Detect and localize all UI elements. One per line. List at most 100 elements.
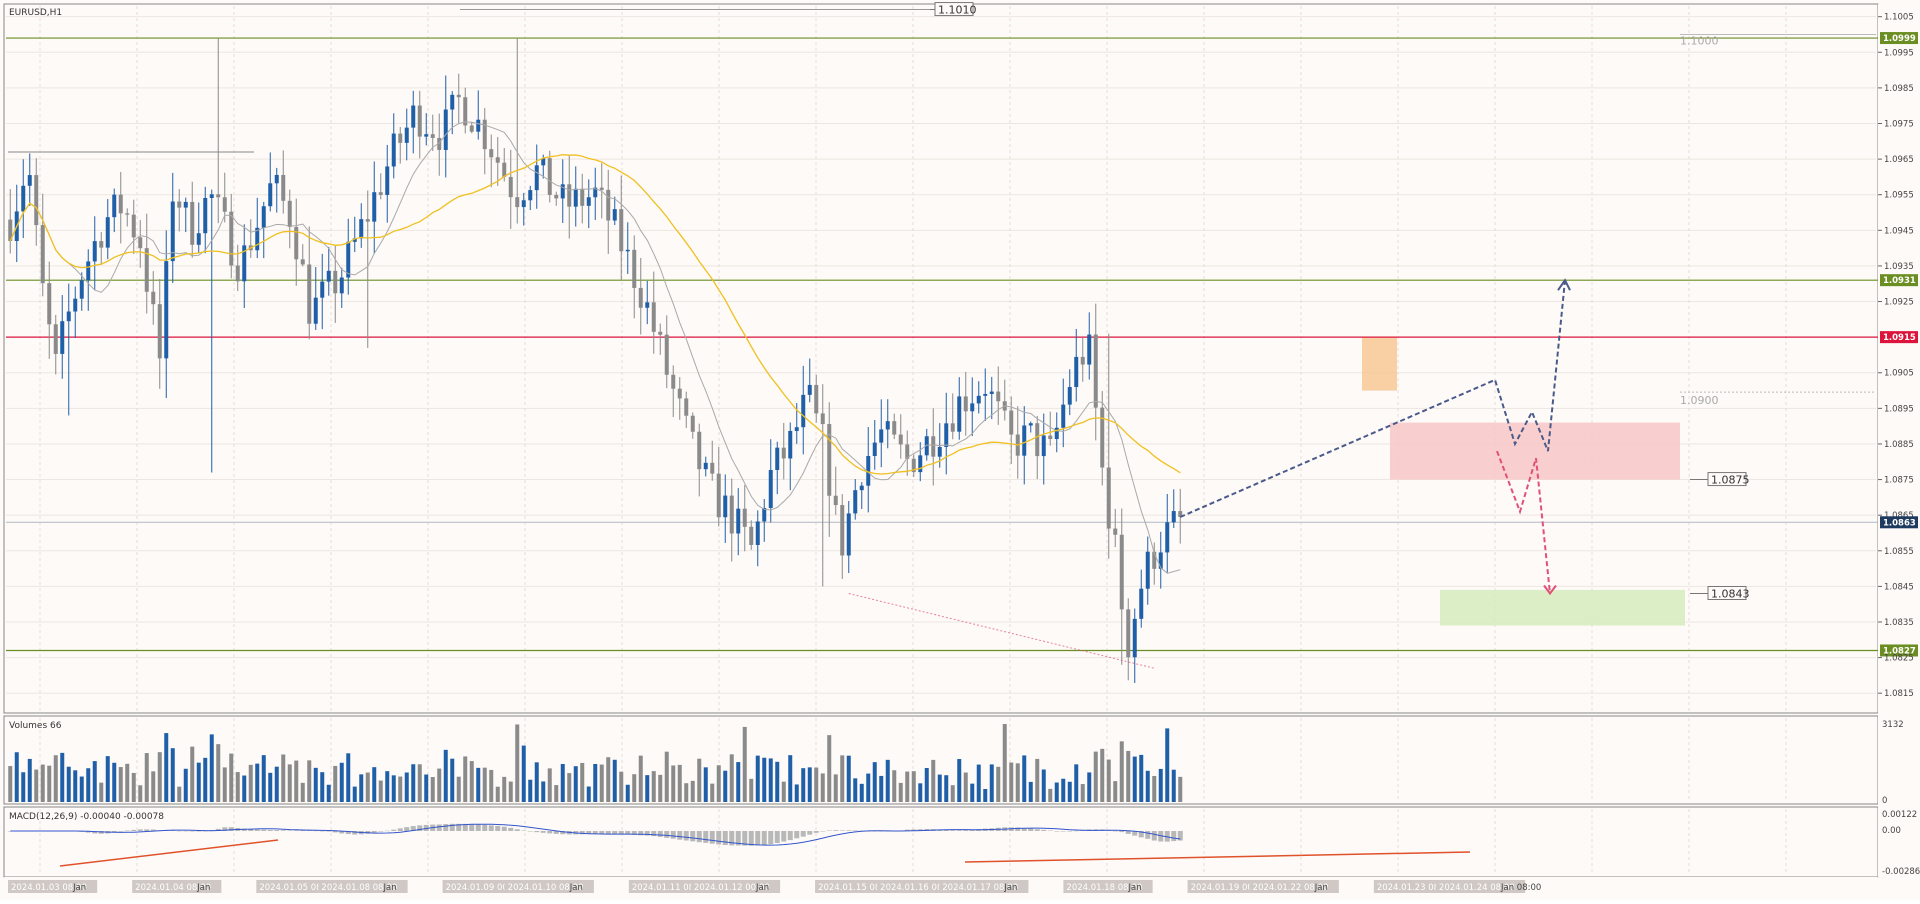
candle-body[interactable] [1165,522,1170,553]
candle-body[interactable] [1145,551,1150,589]
candle-body[interactable] [970,403,975,412]
chart-canvas[interactable]: 1.1000 1.0900 1.0875 1.0843 1.1010 1.0999 1.0… [0,0,1920,900]
candle-body[interactable] [840,505,845,556]
candle-body[interactable] [60,321,65,354]
candle-body[interactable] [112,194,117,218]
candle-body[interactable] [27,175,32,186]
candle-body[interactable] [443,109,448,150]
candle-body[interactable] [573,188,578,207]
candle-body[interactable] [1041,435,1046,457]
candle-body[interactable] [885,421,890,430]
candle-body[interactable] [625,249,630,252]
candle-body[interactable] [989,391,994,394]
candle-body[interactable] [47,283,52,325]
candle-body[interactable] [417,105,422,137]
candle-body[interactable] [86,261,91,281]
candle-body[interactable] [385,166,390,195]
candle-body[interactable] [645,302,650,308]
candle-body[interactable] [1119,534,1124,610]
candle-body[interactable] [398,133,403,143]
candle-body[interactable] [508,176,513,198]
candle-body[interactable] [606,189,611,221]
candle-body[interactable] [729,495,734,534]
candle-body[interactable] [931,436,936,457]
candle-body[interactable] [411,105,416,128]
candle-body[interactable] [326,270,331,282]
candle-body[interactable] [521,200,526,208]
candle-body[interactable] [307,264,312,324]
candle-body[interactable] [313,297,318,324]
candle-body[interactable] [40,225,45,284]
candle-body[interactable] [118,194,123,214]
candle-body[interactable] [365,219,370,222]
candle-body[interactable] [300,259,305,265]
candle-body[interactable] [580,188,585,206]
candle-body[interactable] [755,521,760,545]
candle-body[interactable] [515,197,520,208]
candle-body[interactable] [814,384,819,414]
candle-body[interactable] [762,508,767,522]
candle-body[interactable] [872,442,877,457]
candle-body[interactable] [638,287,643,308]
candle-body[interactable] [1139,588,1144,619]
candle-body[interactable] [957,396,962,432]
candle-body[interactable] [963,396,968,412]
macd-panel[interactable] [3,806,1879,878]
candle-body[interactable] [775,447,780,470]
candle-body[interactable] [918,455,923,473]
candle-body[interactable] [1048,435,1053,440]
candle-body[interactable] [463,97,468,126]
candle-body[interactable] [1067,387,1072,405]
candle-body[interactable] [34,175,39,226]
candle-body[interactable] [794,427,799,431]
candle-body[interactable] [892,421,897,435]
candle-body[interactable] [73,298,78,312]
candle-body[interactable] [846,513,851,556]
candle-body[interactable] [1100,407,1105,468]
candle-body[interactable] [853,490,858,514]
candle-body[interactable] [489,149,494,158]
candle-body[interactable] [333,270,338,294]
candle-body[interactable] [781,447,786,459]
candle-body[interactable] [1106,467,1111,529]
candle-body[interactable] [502,162,507,177]
candle-body[interactable] [1093,334,1098,408]
candle-body[interactable] [131,214,136,238]
candle-body[interactable] [1061,404,1066,428]
candle-body[interactable] [203,197,208,234]
candle-body[interactable] [125,213,130,215]
candle-body[interactable] [651,302,656,332]
candle-body[interactable] [703,462,708,470]
candle-body[interactable] [164,261,169,359]
candle-body[interactable] [749,526,754,545]
candle-body[interactable] [833,495,838,506]
candle-body[interactable] [534,165,539,191]
candle-body[interactable] [209,194,214,198]
candle-body[interactable] [567,184,572,207]
candle-body[interactable] [21,185,26,212]
candle-body[interactable] [1074,356,1079,388]
candle-body[interactable] [268,183,273,207]
candle-body[interactable] [716,473,721,518]
candle-body[interactable] [898,434,903,445]
candle-body[interactable] [235,265,240,282]
candle-body[interactable] [697,431,702,470]
candle-body[interactable] [138,237,143,249]
candle-body[interactable] [1028,423,1033,426]
candle-body[interactable] [424,134,429,137]
candle-body[interactable] [53,324,58,354]
candle-body[interactable] [495,157,500,163]
candle-body[interactable] [937,446,942,457]
candle-body[interactable] [482,119,487,150]
candle-body[interactable] [222,197,227,212]
candle-body[interactable] [261,206,266,228]
candle-body[interactable] [950,423,955,432]
candle-body[interactable] [619,209,624,252]
candle-body[interactable] [1126,609,1131,658]
candle-body[interactable] [1080,356,1085,365]
candle-body[interactable] [677,388,682,399]
candle-body[interactable] [859,485,864,491]
candle-body[interactable] [736,508,741,534]
candle-body[interactable] [723,495,728,518]
candle-body[interactable] [658,331,663,335]
